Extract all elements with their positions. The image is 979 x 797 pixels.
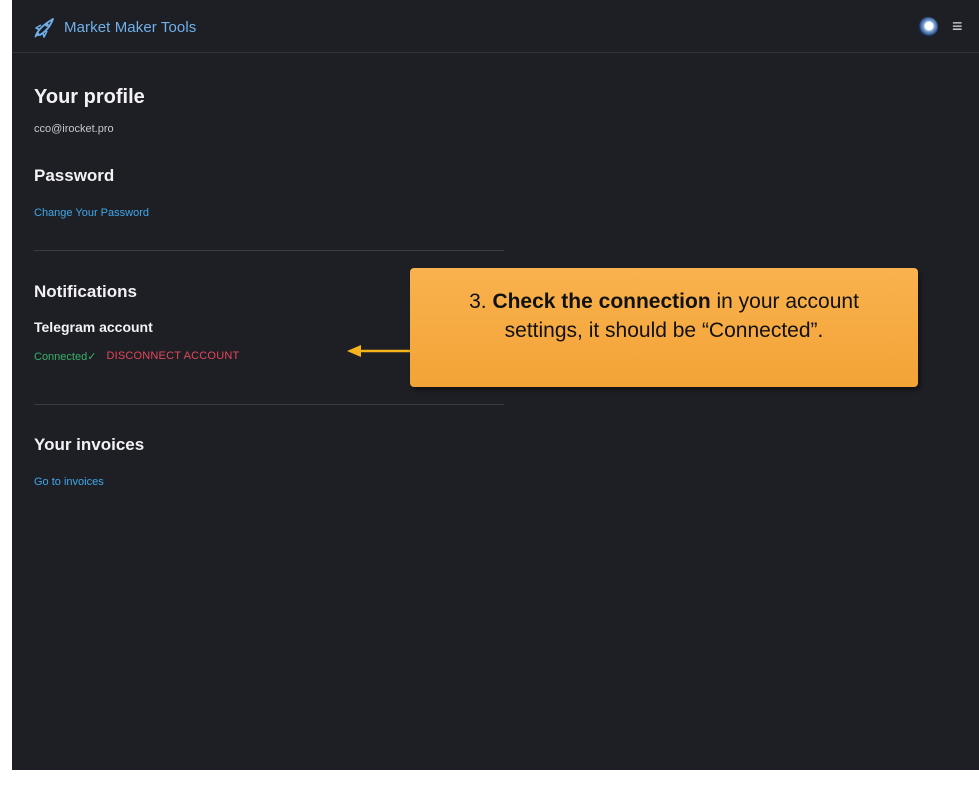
- user-avatar[interactable]: [918, 17, 938, 37]
- telegram-account-label: Telegram account: [34, 319, 153, 335]
- profile-title: Your profile: [34, 86, 145, 108]
- brand-name: Market Maker Tools: [64, 18, 197, 36]
- go-to-invoices-link[interactable]: Go to invoices: [34, 476, 104, 488]
- brand[interactable]: Market Maker Tools: [33, 16, 196, 38]
- top-bar: Market Maker Tools ≡: [12, 0, 979, 53]
- hamburger-menu-icon[interactable]: ≡: [952, 17, 963, 35]
- change-password-link[interactable]: Change Your Password: [34, 207, 149, 219]
- notifications-title: Notifications: [34, 282, 137, 301]
- divider: [34, 404, 504, 405]
- password-title: Password: [34, 166, 115, 185]
- connected-status: Connected✓: [34, 350, 96, 363]
- connected-status-text: Connected: [34, 351, 88, 363]
- divider: [34, 250, 504, 251]
- annotation-callout: 3. Check the connection in your account …: [410, 268, 918, 387]
- profile-email: cco@irocket.pro: [34, 123, 114, 135]
- invoices-title: Your invoices: [34, 435, 145, 454]
- telegram-status-row: Connected✓ DISCONNECT ACCOUNT: [34, 350, 239, 363]
- callout-number: 3.: [469, 290, 487, 313]
- callout-bold-text: Check the connection: [492, 290, 711, 313]
- annotation-arrow-icon: [347, 345, 411, 357]
- checkmark-icon: ✓: [87, 351, 97, 363]
- rocket-logo-icon: [34, 18, 54, 38]
- disconnect-account-button[interactable]: DISCONNECT ACCOUNT: [106, 350, 239, 363]
